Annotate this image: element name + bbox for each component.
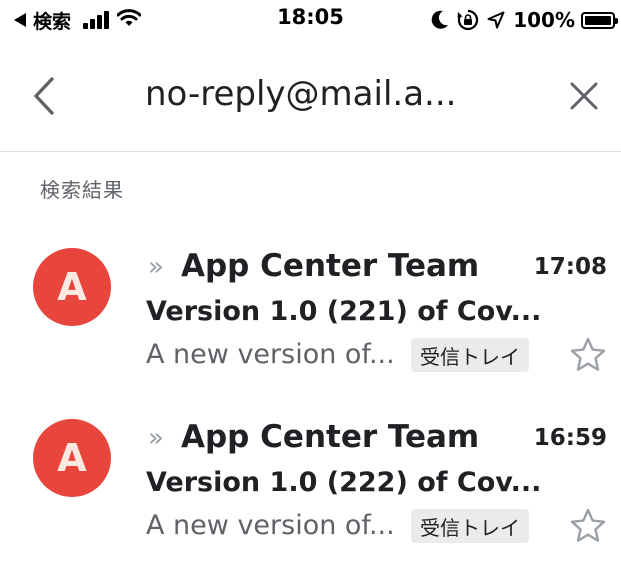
email-snippet: A new version of... xyxy=(146,510,395,541)
status-bar: 検索 18:05 100% xyxy=(0,0,621,40)
avatar: A xyxy=(33,419,111,497)
page: 検索 18:05 100% no-reply@mail.a... 検索結果 A … xyxy=(0,0,621,570)
inbox-label-chip: 受信トレイ xyxy=(411,338,529,372)
email-time: 17:08 xyxy=(533,254,607,280)
star-outline-icon xyxy=(570,337,606,371)
back-chevron-icon xyxy=(34,77,54,115)
importance-marker-icon: » xyxy=(148,423,164,453)
close-icon xyxy=(570,82,598,110)
battery-percentage: 100% xyxy=(513,8,575,32)
moon-icon xyxy=(431,10,449,30)
search-header: no-reply@mail.a... xyxy=(0,40,621,152)
search-results-label: 検索結果 xyxy=(40,178,124,202)
email-subject: Version 1.0 (222) of Cov... xyxy=(146,467,542,498)
star-button[interactable] xyxy=(568,506,608,546)
rotation-lock-icon xyxy=(457,9,479,31)
sender-name: App Center Team xyxy=(181,419,480,455)
close-button[interactable] xyxy=(562,74,606,118)
email-row[interactable]: A » App Center Team 16:59 Version 1.0 (2… xyxy=(0,393,621,543)
avatar: A xyxy=(33,248,111,326)
star-outline-icon xyxy=(570,508,606,542)
sender-name: App Center Team xyxy=(181,248,480,284)
inbox-label-chip: 受信トレイ xyxy=(411,509,529,543)
back-button[interactable] xyxy=(24,74,64,118)
location-arrow-icon xyxy=(487,11,505,29)
email-row[interactable]: A » App Center Team 17:08 Version 1.0 (2… xyxy=(0,222,621,372)
email-time: 16:59 xyxy=(533,425,607,451)
battery-icon xyxy=(581,11,618,29)
star-button[interactable] xyxy=(568,335,608,375)
importance-marker-icon: » xyxy=(148,252,164,282)
email-subject: Version 1.0 (221) of Cov... xyxy=(146,296,542,327)
search-query-title[interactable]: no-reply@mail.a... xyxy=(145,74,456,114)
email-snippet: A new version of... xyxy=(146,339,395,370)
